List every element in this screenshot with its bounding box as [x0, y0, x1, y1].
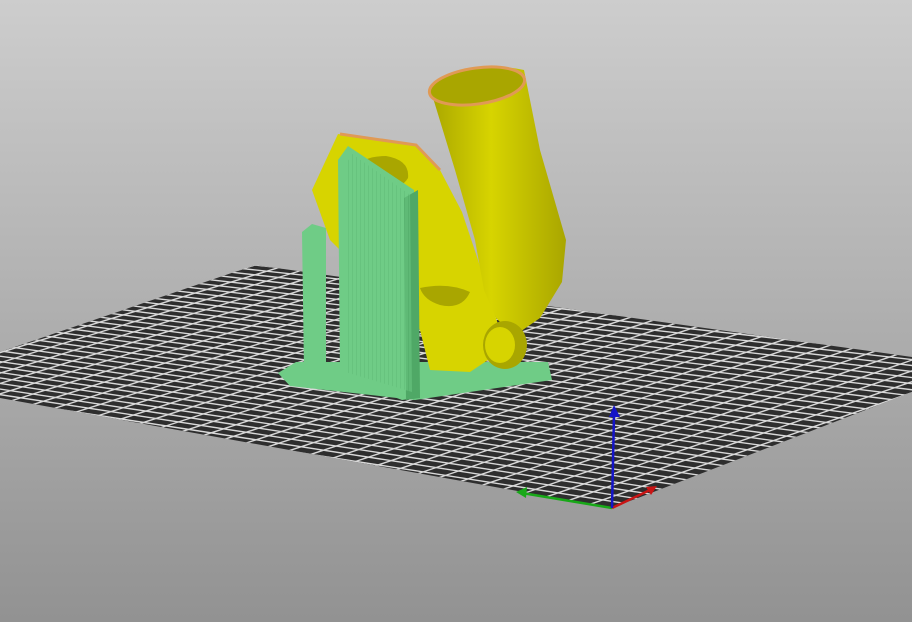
3d-viewport[interactable]: [0, 0, 912, 622]
support-panel-hatch: [345, 154, 412, 392]
part-roller-cap: [485, 327, 515, 363]
support-pillar-left: [302, 224, 326, 372]
scene-canvas[interactable]: [0, 0, 912, 622]
